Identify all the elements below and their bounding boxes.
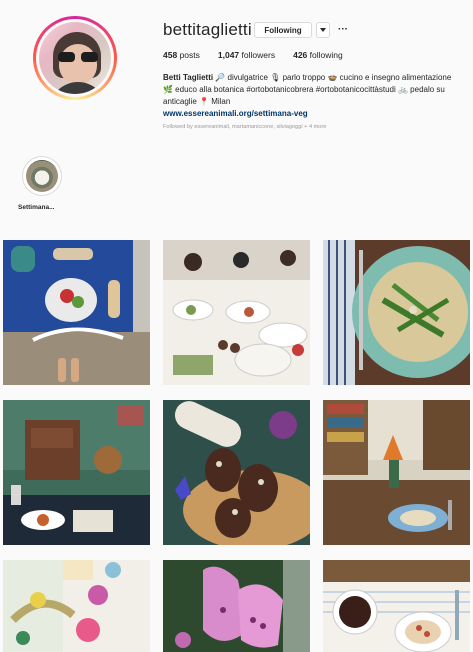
suggested-dropdown-button[interactable]	[316, 22, 330, 38]
profile-bio: Betti Taglietti 🔎 divulgatrice 🎙 parlo t…	[163, 72, 463, 120]
post-tile-2[interactable]	[163, 240, 310, 385]
chevron-down-icon	[320, 28, 326, 32]
story-highlight[interactable]: Settimana...	[18, 156, 62, 211]
avatar-face	[59, 44, 97, 84]
posts-count: 458	[163, 50, 178, 60]
profile-avatar[interactable]	[33, 16, 117, 100]
followers-stat[interactable]: 1,047 followers	[218, 50, 275, 60]
post-image-5	[163, 400, 310, 545]
post-image-6	[323, 400, 470, 545]
bio-line-3: anticaglie 📍 Milan	[163, 97, 231, 106]
post-image-9	[323, 560, 470, 652]
post-tile-8[interactable]	[163, 560, 310, 652]
highlight-cover	[26, 160, 58, 192]
post-tile-9[interactable]	[323, 560, 470, 652]
highlight-ring	[22, 156, 62, 196]
followed-by-text[interactable]: Followed by essereanimali, martamaniccon…	[163, 124, 326, 130]
highlight-label: Settimana...	[18, 204, 55, 211]
post-tile-5[interactable]	[163, 400, 310, 545]
posts-stat: 458 posts	[163, 50, 200, 60]
post-image-4	[3, 400, 150, 545]
bio-website-link[interactable]: www.essereanimali.org/settimana-veg	[163, 108, 463, 120]
post-tile-4[interactable]	[3, 400, 150, 545]
post-image-3	[323, 240, 470, 385]
post-image-1	[3, 240, 150, 385]
followers-label: followers	[241, 50, 276, 60]
following-label: following	[309, 50, 343, 60]
avatar-image	[39, 22, 111, 94]
post-image-2	[163, 240, 310, 385]
following-stat[interactable]: 426 following	[293, 50, 343, 60]
post-tile-1[interactable]	[3, 240, 150, 385]
avatar-body	[49, 82, 107, 94]
post-tile-7[interactable]	[3, 560, 150, 652]
post-tile-6[interactable]	[323, 400, 470, 545]
bio-line-2: 🌿 educo alla botanica #ortobotanicobrera…	[163, 85, 445, 94]
avatar-sunglasses	[57, 52, 99, 62]
posts-label: posts	[179, 50, 200, 60]
post-image-7	[3, 560, 150, 652]
more-options-icon[interactable]: ···	[338, 24, 348, 35]
avatar-border	[36, 19, 114, 97]
profile-username: bettitaglietti	[163, 20, 252, 39]
profile-stats: 458 posts 1,047 followers 426 following	[163, 50, 343, 60]
post-tile-3[interactable]	[323, 240, 470, 385]
followers-count: 1,047	[217, 50, 240, 60]
following-count: 426	[293, 50, 308, 60]
following-button[interactable]: Following	[254, 22, 312, 38]
bio-line-1: 🔎 divulgatrice 🎙 parlo troppo 🍲 cucino e…	[215, 73, 452, 82]
bio-name: Betti Taglietti	[163, 73, 214, 82]
post-image-8	[163, 560, 310, 652]
